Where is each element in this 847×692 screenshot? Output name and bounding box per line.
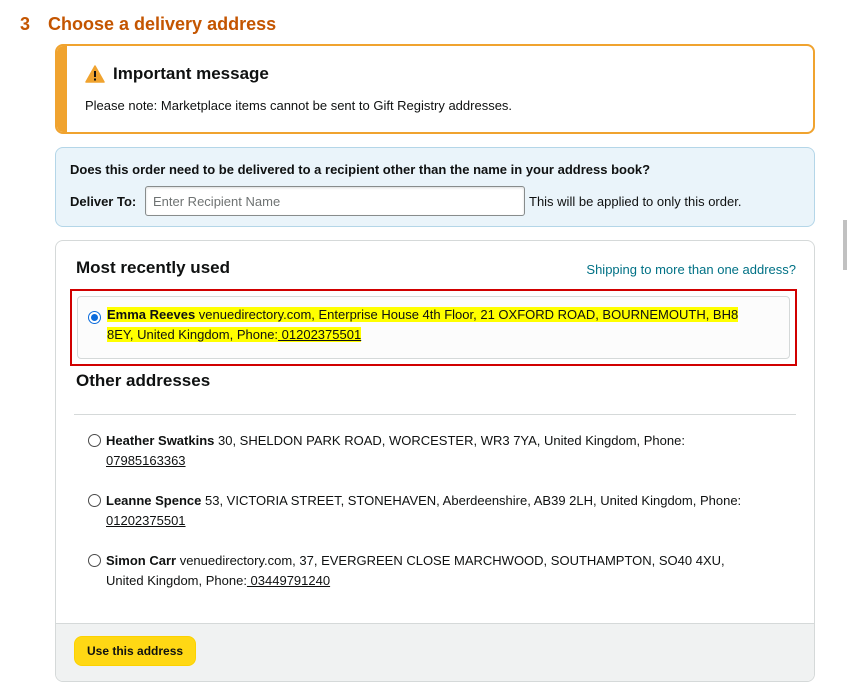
selected-address-text: Emma Reeves venuedirectory.com, Enterpri…	[107, 305, 797, 345]
address-radio[interactable]	[88, 494, 101, 507]
most-recent-heading: Most recently used	[76, 258, 230, 277]
address-radio-selected[interactable]	[88, 311, 101, 324]
address-line-1: Emma Reeves venuedirectory.com, Enterpri…	[107, 307, 739, 322]
warning-icon	[85, 65, 105, 83]
address-name: Emma Reeves	[107, 307, 196, 322]
address-phone: 01202375501	[278, 327, 362, 342]
address-radio[interactable]	[88, 554, 101, 567]
step-header: 3 Choose a delivery address	[20, 14, 276, 35]
section-divider	[74, 414, 796, 415]
address-text: Heather Swatkins 30, SHELDON PARK ROAD, …	[106, 433, 685, 468]
address-name: Leanne Spence	[106, 493, 202, 508]
multiple-addresses-link[interactable]: Shipping to more than one address?	[586, 262, 796, 277]
address-book-card: Most recently used Shipping to more than…	[55, 240, 815, 682]
selected-address-row[interactable]: Emma Reeves venuedirectory.com, Enterpri…	[77, 296, 790, 359]
address-phone: 01202375501	[106, 513, 186, 528]
selected-address-outline: Emma Reeves venuedirectory.com, Enterpri…	[70, 289, 797, 366]
address-card-footer: Use this address	[56, 623, 814, 681]
address-radio[interactable]	[88, 434, 101, 447]
address-phone: 03449791240	[246, 573, 331, 588]
deliver-to-label: Deliver To:	[70, 194, 137, 209]
alert-title: Important message	[113, 64, 269, 83]
alert-accent-bar	[57, 46, 67, 132]
address-name: Simon Carr	[106, 553, 177, 568]
address-text: Leanne Spence 53, VICTORIA STREET, STONE…	[106, 493, 742, 528]
use-this-address-button[interactable]: Use this address	[74, 636, 197, 666]
recipient-question: Does this order need to be delivered to …	[70, 162, 651, 177]
important-message-alert: Important message Please note: Marketpla…	[55, 44, 815, 134]
address-line-2: 8EY, United Kingdom, Phone: 01202375501	[107, 327, 362, 342]
recipient-name-input[interactable]	[145, 186, 525, 216]
recipient-panel: Does this order need to be delivered to …	[55, 147, 815, 227]
recipient-note: This will be applied to only this order.	[529, 194, 742, 209]
alert-text: Please note: Marketplace items cannot be…	[85, 98, 513, 113]
address-phone: 07985163363	[106, 453, 186, 468]
address-name: Heather Swatkins	[106, 433, 215, 448]
step-title: Choose a delivery address	[48, 14, 277, 34]
address-text: Simon Carr venuedirectory.com, 37, EVERG…	[106, 553, 725, 588]
scrollbar-thumb[interactable]	[843, 220, 847, 270]
step-number: 3	[20, 14, 31, 34]
other-addresses-heading: Other addresses	[76, 371, 211, 390]
alert-heading: Important message	[85, 64, 269, 84]
